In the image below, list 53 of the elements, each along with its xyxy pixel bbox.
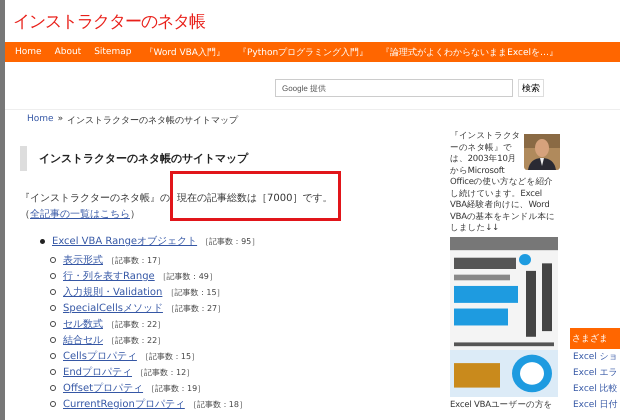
paren: ） (130, 209, 140, 220)
article-count: ［記事数：19］ (147, 382, 206, 394)
book-caption: Excel VBAユーザーの方を (450, 400, 554, 411)
category-link[interactable]: SpecialCellsメソッド (63, 301, 163, 315)
category-link[interactable]: CurrentRegionプロパティ (63, 397, 185, 411)
category-link[interactable]: 入力規則・Validation (63, 285, 162, 299)
site-title[interactable]: インストラクターのネタ帳 (13, 10, 205, 32)
breadcrumb-link[interactable]: Home (27, 114, 54, 128)
article-count: ［記事数：15］ (140, 350, 200, 362)
article-count: ［記事数：95］ (201, 236, 260, 246)
category-link[interactable]: セル数式 (63, 317, 103, 331)
category-link[interactable]: 表示形式 (63, 253, 103, 267)
breadcrumb-separator: » (58, 114, 64, 126)
widget-header: さまざま (570, 328, 620, 349)
widget-link[interactable]: Excel 比較 (570, 382, 620, 397)
bullet-icon (50, 369, 56, 375)
widget-link[interactable]: Excel ショ (570, 350, 620, 365)
article-count: ［記事数：15］ (166, 286, 225, 298)
breadcrumb-current: インストラクターのネタ帳のサイトマップ (67, 114, 238, 128)
category-link[interactable]: Cellsプロパティ (63, 349, 137, 363)
paren: （ (20, 209, 30, 220)
category-link[interactable]: Offsetプロパティ (63, 381, 144, 395)
category-link[interactable]: 結合セル (63, 333, 103, 347)
profile-text: Officeの使い方などを紹介し続けています。Excel VBA経験者向けに、Word VBAの基本をキンドル本にしました↓↓ (450, 177, 556, 234)
article-count: ［記事数：22］ (107, 334, 166, 346)
category-link[interactable]: 行・列を表すRange (63, 269, 155, 283)
article-count: ［記事数：49］ (158, 270, 217, 282)
bullet-icon (50, 289, 56, 295)
bullet-icon (50, 337, 56, 343)
bullet-icon (50, 385, 56, 391)
article-count: ［記事数：18］ (188, 398, 247, 410)
category-link[interactable]: Endプロパティ (63, 365, 132, 379)
bullet-icon (50, 273, 56, 279)
article-count: ［記事数：17］ (107, 254, 166, 266)
profile-text: 『インストラクターのネタ帳』では、2003年10月からMicrosoft (450, 131, 521, 177)
category-link[interactable]: Excel VBA Rangeオブジェクト (52, 234, 198, 248)
bullet-icon (50, 321, 56, 327)
bullet-icon (40, 238, 45, 244)
intro-text: 『インストラクターのネタ帳』の (20, 193, 170, 204)
page-heading: インストラクターのネタ帳のサイトマップ (20, 146, 445, 171)
search-button[interactable]: 検索 (518, 79, 544, 97)
widget-link[interactable]: Excel エラ (570, 366, 620, 381)
bullet-icon (50, 353, 56, 359)
widget-link[interactable]: Excel 日付 (570, 398, 620, 413)
highlighted-text: 現在の記事総数は［7000］です。 (170, 171, 342, 221)
bullet-icon (50, 257, 56, 263)
all-articles-link[interactable]: 全記事の一覧はこちら (30, 209, 130, 220)
bullet-icon (50, 305, 56, 311)
bullet-icon (50, 401, 56, 407)
article-count: ［記事数：22］ (107, 318, 166, 330)
article-count: ［記事数：27］ (166, 302, 226, 314)
article-count: ［記事数：12］ (136, 366, 194, 378)
search-field[interactable]: Google 提供 (275, 79, 513, 97)
